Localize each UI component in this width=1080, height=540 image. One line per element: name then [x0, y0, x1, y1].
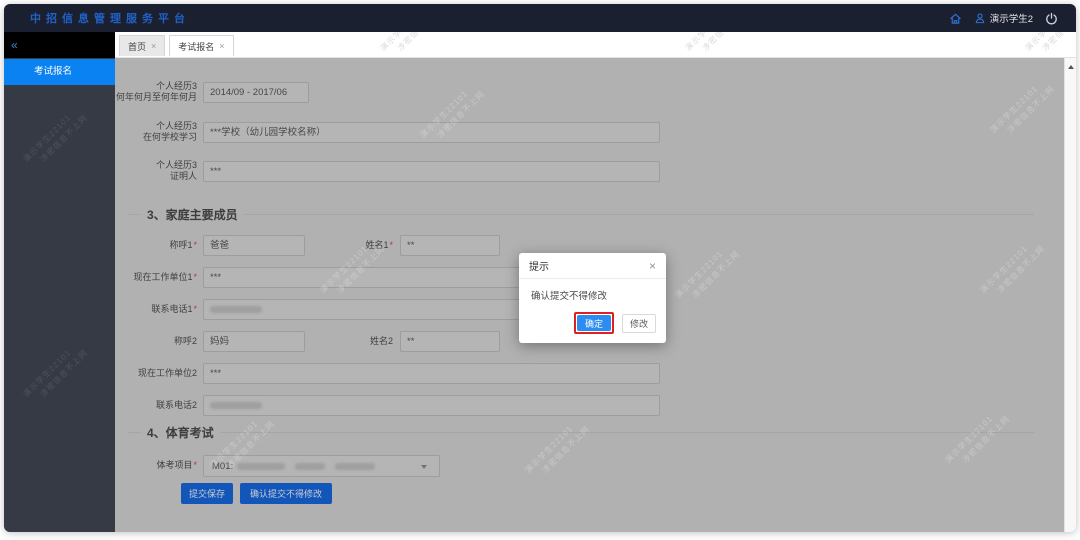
watermark: 演示学生22101涉密信息不上网 — [378, 32, 447, 58]
watermark: 演示学生22101涉密信息不上网 — [21, 339, 90, 408]
watermark: 演示学生22101涉密信息不上网 — [683, 32, 752, 58]
section-sport-exam: 4、体育考试 — [128, 424, 1034, 440]
submit-save-button[interactable]: 提交保存 — [181, 483, 233, 504]
field-label: 姓名1* — [310, 235, 393, 256]
scrollbar[interactable] — [1064, 58, 1076, 532]
scroll-up-arrow[interactable] — [1068, 62, 1074, 69]
watermark: 演示学生22101涉密信息不上网 — [1023, 32, 1076, 58]
user-icon — [974, 12, 986, 24]
exp3-school-input[interactable]: ***学校（幼儿园学校名称） — [203, 122, 660, 143]
field-label: 姓名2 — [310, 331, 393, 352]
tab-bar: 首页 × 考试报名 × 演示学生22101涉密信息不上网 演示学生22101涉密… — [115, 32, 1076, 58]
tab-exam-registration[interactable]: 考试报名 × — [169, 35, 233, 56]
field-label: 称呼1* — [115, 235, 197, 256]
redacted-value — [295, 463, 325, 470]
sport-item-select[interactable]: M01: — [203, 455, 440, 477]
exp3-period-input[interactable]: 2014/09 - 2017/06 — [203, 82, 309, 103]
field-label: 现在工作单位1* — [115, 267, 197, 288]
form-actions: 提交保存 确认提交不得修改 — [115, 483, 1064, 505]
home-icon[interactable] — [949, 12, 962, 25]
user-menu[interactable]: 演示学生2 — [974, 11, 1033, 25]
sidebar: « 考试报名 演示学生22101涉密信息不上网 演示学生22101涉密信息不上网 — [4, 32, 115, 532]
field-exp3-witness: 个人经历3 证明人 *** — [115, 161, 1064, 183]
title2-input[interactable]: 妈妈 — [203, 331, 305, 352]
annotation-highlight-box: 确定 — [574, 312, 614, 334]
field-phone2: 联系电话2 — [115, 395, 1064, 417]
tab-label: 首页 — [128, 40, 146, 53]
logout-power-icon[interactable] — [1045, 12, 1058, 25]
redacted-value — [335, 463, 375, 470]
field-work2: 现在工作单位2 *** — [115, 363, 1064, 385]
field-label: 个人经历3 证明人 — [115, 160, 197, 182]
field-label: 现在工作单位2 — [115, 363, 197, 384]
confirm-ok-button[interactable]: 确定 — [577, 315, 611, 331]
field-sport-item: 体考项目* M01: — [115, 455, 1064, 477]
section-title: 3、家庭主要成员 — [147, 206, 238, 223]
app-window: 中招信息管理服务平台 演示学生2 — [4, 4, 1076, 532]
section-title: 4、体育考试 — [147, 424, 214, 441]
name1-input[interactable]: ** — [400, 235, 500, 256]
dialog-footer: 确定 修改 — [519, 312, 666, 343]
confirm-dialog: 提示 × 确认提交不得修改 确定 修改 — [519, 253, 666, 343]
collapse-icon: « — [11, 38, 18, 52]
field-label: 称呼2 — [115, 331, 197, 352]
redacted-value — [237, 463, 285, 470]
tab-home[interactable]: 首页 × — [119, 35, 165, 56]
redacted-value — [210, 306, 262, 313]
section-family-members: 3、家庭主要成员 — [128, 206, 1034, 222]
dialog-message: 确认提交不得修改 — [519, 279, 666, 302]
topbar-actions: 演示学生2 — [949, 11, 1076, 25]
sidebar-collapse-button[interactable]: « — [4, 32, 115, 58]
app-title: 中招信息管理服务平台 — [4, 10, 190, 26]
field-label: 联系电话1* — [115, 299, 197, 320]
exp3-witness-input[interactable]: *** — [203, 161, 660, 182]
field-label: 联系电话2 — [115, 395, 197, 416]
redacted-value — [210, 402, 262, 409]
chevron-down-icon — [421, 465, 427, 472]
close-tab-icon[interactable]: × — [151, 41, 156, 51]
field-label: 个人经历3 在何学校学习 — [115, 121, 197, 143]
tab-label: 考试报名 — [178, 40, 214, 53]
title1-input[interactable]: 爸爸 — [203, 235, 305, 256]
work2-input[interactable]: *** — [203, 363, 660, 384]
field-exp3-period: 个人经历3 何年何月至何年何月 2014/09 - 2017/06 — [115, 82, 1064, 104]
topbar: 中招信息管理服务平台 演示学生2 — [4, 4, 1076, 32]
dialog-close-icon[interactable]: × — [649, 260, 656, 272]
field-exp3-school: 个人经历3 在何学校学习 ***学校（幼儿园学校名称） — [115, 122, 1064, 144]
dialog-header: 提示 × — [519, 253, 666, 279]
dialog-title: 提示 — [529, 258, 549, 273]
name2-input[interactable]: ** — [400, 331, 500, 352]
watermark: 演示学生22101涉密信息不上网 — [21, 104, 90, 173]
confirm-submit-button[interactable]: 确认提交不得修改 — [240, 483, 332, 504]
field-label: 体考项目* — [115, 455, 197, 476]
modify-button[interactable]: 修改 — [622, 314, 656, 333]
username: 演示学生2 — [990, 11, 1033, 25]
close-tab-icon[interactable]: × — [219, 41, 224, 51]
sidebar-item-exam-registration[interactable]: 考试报名 — [4, 59, 115, 85]
field-label: 个人经历3 何年何月至何年何月 — [115, 81, 197, 103]
phone2-input[interactable] — [203, 395, 660, 416]
